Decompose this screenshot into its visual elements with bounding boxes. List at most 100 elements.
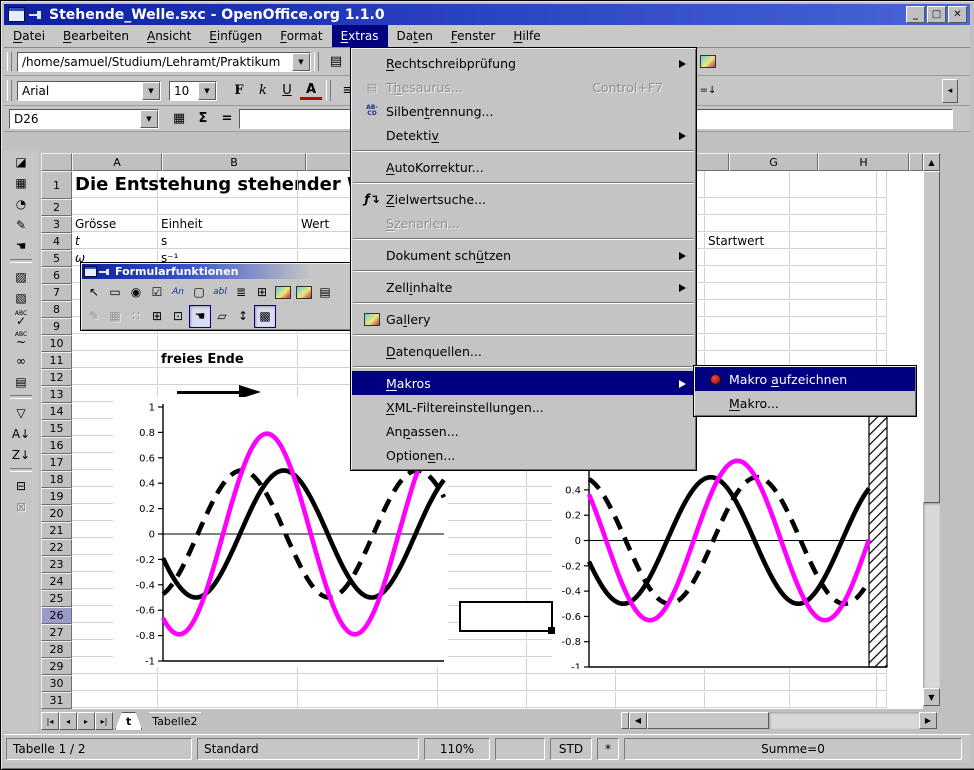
pin-icon[interactable] [99,268,111,276]
filter-icon[interactable]: ▽ [8,402,34,423]
cell-F30[interactable] [616,675,705,691]
gallery-icon[interactable] [697,52,719,72]
select-all-corner[interactable] [41,153,72,171]
cell-stub2[interactable] [877,199,887,215]
table-control-icon[interactable]: ⊞ [147,306,167,327]
form-toolbar-titlebar[interactable]: Formularfunktionen [82,264,352,279]
cell-A1[interactable]: Die Entstehung stehender W [72,171,158,198]
sum-icon[interactable]: Σ [192,109,214,129]
status-sum[interactable]: Summe=0 [624,738,962,760]
cell-stub3[interactable] [877,216,887,232]
minimize-button[interactable]: _ [906,6,925,23]
row-header-14[interactable]: 14 [41,403,72,420]
scroll-down-icon[interactable]: ▼ [923,688,940,706]
equals-icon[interactable]: = [216,109,238,129]
toolbar-grip[interactable] [7,52,12,71]
insert-chart-icon[interactable]: ◔ [8,193,34,214]
cell-E30[interactable] [527,675,616,691]
form-functions-toolbar[interactable]: Formularfunktionen ↖▭◉☑An▢abl≣⊞▤ ✎▦∷⊞⊡☚▱… [80,262,354,331]
menubar-item-fenster[interactable]: Fenster [442,25,505,47]
split-handle[interactable] [621,712,629,729]
cell-D29[interactable] [438,658,527,674]
cell-D31[interactable] [438,692,527,708]
cell-G1[interactable] [705,171,790,198]
prev-sheet-button[interactable]: ◂ [59,712,77,730]
sort-descending-icon[interactable]: Z↓ [8,444,34,465]
cell-A11[interactable] [72,352,158,368]
row-header-27[interactable]: 27 [41,624,72,641]
cell-H8[interactable] [790,301,877,317]
horizontal-scrollbar[interactable]: ◀ ▶ [629,712,937,729]
chevron-down-icon[interactable]: ▼ [142,82,160,100]
menubar-item-datei[interactable]: Datei [4,25,54,47]
menu-item-xml-filtereinstellungen[interactable]: XML-Filtereinstellungen... [352,395,695,419]
select-icon[interactable]: ↖ [84,282,104,303]
cell-A10[interactable] [72,335,158,351]
open-in-design-icon[interactable]: ▱ [212,306,232,327]
pin-icon[interactable] [28,10,42,20]
row-header-31[interactable]: 31 [41,692,72,709]
cell-H9[interactable] [790,318,877,334]
cell-H7[interactable] [790,284,877,300]
more-controls-icon[interactable]: ⊡ [168,306,188,327]
row-header-8[interactable]: 8 [41,301,72,318]
status-selection-mode[interactable]: STD [550,738,592,760]
row-header-21[interactable]: 21 [41,522,72,539]
activation-order-icon[interactable]: ↕ [233,306,253,327]
menu-item-zellinhalte[interactable]: Zellinhalte [352,275,695,299]
menubar-item-format[interactable]: Format [271,25,331,47]
menu-item-rechtschreibpr-fung[interactable]: Rechtschreibprüfung [352,51,695,75]
menu-item-autokorrektur[interactable]: AutoKorrektur... [352,155,695,179]
cell-stub7[interactable] [877,284,887,300]
row-header-13[interactable]: 13 [41,386,72,403]
font-name-value[interactable]: Arial [18,84,142,98]
cell-G31[interactable] [705,692,790,708]
cell-D28[interactable] [438,641,527,657]
form-functions-icon[interactable]: ☚ [8,235,34,256]
row-header-16[interactable]: 16 [41,437,72,454]
collapse-toolbar-button[interactable]: ◂ [942,79,958,103]
cell-G9[interactable] [705,318,790,334]
cell-G7[interactable] [705,284,790,300]
cell-G10[interactable] [705,335,790,351]
toolbar-grip[interactable] [7,80,12,100]
push-button-icon[interactable]: ▭ [105,282,125,303]
cell-C30[interactable] [298,675,438,691]
menu-item-gallery[interactable]: Gallery [352,307,695,331]
checkbox-icon[interactable]: ☑ [147,282,167,303]
row-header-30[interactable]: 30 [41,675,72,692]
cell-D18[interactable] [438,471,527,487]
spellcheck-icon[interactable]: ABC✓ [8,308,34,329]
cell-reference[interactable]: D26 [10,112,140,126]
menu-item-makro-aufzeichnen[interactable]: Makro aufzeichnen [695,367,915,391]
sort-ascending-icon[interactable]: A↓ [8,423,34,444]
cell-D30[interactable] [438,675,527,691]
cell-A30[interactable] [72,675,158,691]
cell-B10[interactable] [158,335,298,351]
menubar-item-einfügen[interactable]: Einfügen [200,25,271,47]
cell-A2[interactable] [72,199,158,215]
row-header-18[interactable]: 18 [41,471,72,488]
cell-F31[interactable] [616,692,705,708]
cell-stub30[interactable] [877,675,887,691]
close-button[interactable]: ✕ [948,6,967,23]
chevron-down-icon[interactable]: ▼ [292,53,310,71]
cell-H6[interactable] [790,267,877,283]
cell-A3[interactable]: Grösse [72,216,158,232]
row-header-26[interactable]: 26 [41,607,72,624]
cell-B11[interactable]: freies Ende [158,352,298,368]
scroll-up-icon[interactable]: ▲ [923,153,940,171]
cell-B1[interactable] [158,171,298,198]
auto-spellcheck-icon[interactable]: ABC~ [8,329,34,350]
cell-C31[interactable] [298,692,438,708]
horizontal-scroll-track[interactable] [769,712,919,729]
row-header-12[interactable]: 12 [41,369,72,386]
menubar-item-daten[interactable]: Daten [388,25,442,47]
menu-item-datenquellen[interactable]: Datenquellen... [352,339,695,363]
text-box-icon[interactable]: abl [210,282,230,303]
row-header-25[interactable]: 25 [41,590,72,607]
insert-cells-icon[interactable]: ▦ [8,172,34,193]
cell-B30[interactable] [158,675,298,691]
cell-G8[interactable] [705,301,790,317]
edit-file-icon[interactable]: ▤ [325,52,347,72]
